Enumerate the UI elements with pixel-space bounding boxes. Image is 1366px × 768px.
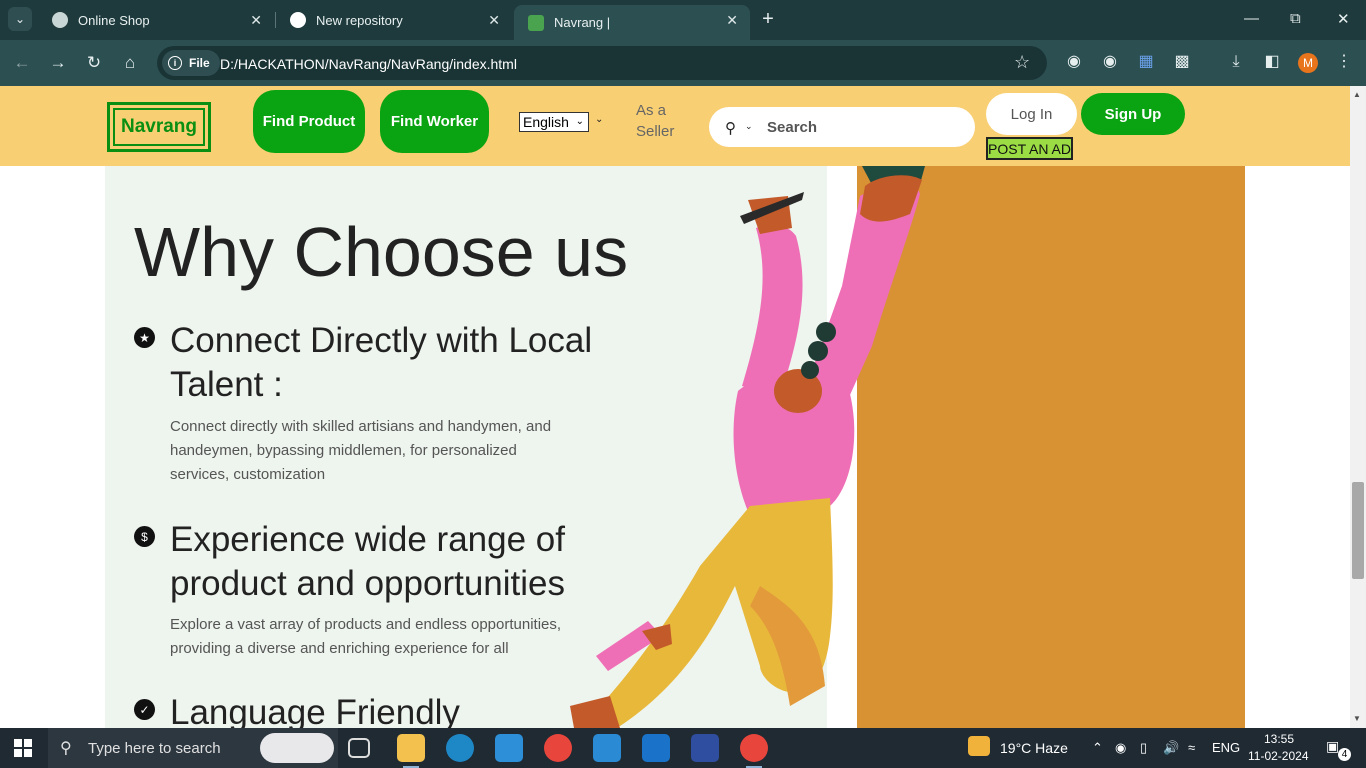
search-dropdown-icon[interactable]: ⌄ (745, 121, 753, 132)
file-explorer-icon[interactable] (397, 734, 425, 762)
feature-title: Experience wide range of product and opp… (170, 520, 565, 603)
clock-time[interactable]: 13:55 (1264, 732, 1294, 746)
url-text[interactable]: D:/HACKATHON/NavRang/NavRang/index.html (220, 56, 517, 72)
windows-taskbar: ⚲ Type here to search 19°C Haze ⌃ ◉ ▯ 🔊 … (0, 728, 1366, 768)
glasses-extension-icon[interactable]: ◉ (1100, 52, 1120, 72)
tab-navrang[interactable]: Navrang | ✕ (514, 5, 750, 40)
extensions-puzzle-icon[interactable]: ▩ (1172, 52, 1192, 72)
webex-icon[interactable] (691, 734, 719, 762)
site-header: Navrang Find Product Find Worker English… (0, 86, 1350, 166)
vscode-icon[interactable] (593, 734, 621, 762)
weather-haze-icon[interactable] (968, 736, 990, 756)
section-heading: Why Choose us (134, 213, 629, 291)
feature-description: Connect directly with skilled artisians … (170, 418, 552, 483)
select-chevron-icon: ⌄ (575, 116, 584, 127)
clock-date[interactable]: 11-02-2024 (1248, 749, 1309, 763)
scrollbar-thumb[interactable] (1352, 482, 1364, 579)
restore-icon[interactable]: ⧉ (1290, 10, 1301, 27)
tab-search-chevron-icon[interactable]: ⌄ (8, 7, 32, 31)
post-an-ad-button[interactable]: POST AN AD (986, 137, 1073, 160)
close-icon[interactable]: ✕ (488, 12, 500, 29)
language-select[interactable]: English ⌄ (519, 112, 589, 132)
translate-extension-icon[interactable]: ▦ (1136, 52, 1156, 72)
chevron-up-icon[interactable]: ⌃ (1092, 740, 1103, 756)
weather-text[interactable]: 19°C Haze (1000, 740, 1068, 756)
file-label: File (189, 56, 210, 70)
reload-icon[interactable]: ↻ (83, 52, 105, 74)
network-error-icon[interactable]: ◉ (1115, 740, 1126, 756)
close-icon[interactable]: ✕ (726, 12, 738, 29)
side-panel-icon[interactable]: ◧ (1262, 52, 1282, 72)
taskbar-search-input[interactable]: Type here to search (88, 740, 221, 757)
windows-start-icon[interactable] (14, 739, 32, 757)
minimize-icon[interactable]: — (1244, 10, 1259, 27)
check-icon: ✓ (134, 699, 155, 720)
find-product-button[interactable]: Find Product (253, 90, 365, 153)
page-scrollbar[interactable] (1350, 86, 1366, 728)
feature-description: Explore a vast array of products and end… (170, 616, 562, 657)
tab-online-shop[interactable]: Online Shop ✕ (38, 0, 274, 40)
browser-tab-strip: ⌄ Online Shop ✕ New repository ✕ Navrang… (0, 0, 1366, 40)
chrome-profile-icon[interactable] (740, 734, 768, 762)
copilot-icon[interactable] (260, 733, 334, 763)
search-icon[interactable]: ⚲ (725, 119, 736, 137)
find-worker-button[interactable]: Find Worker (380, 90, 489, 153)
signup-button[interactable]: Sign Up (1081, 93, 1185, 135)
notification-count-badge: 4 (1338, 748, 1351, 761)
taskbar-search[interactable]: ⚲ Type here to search (48, 728, 338, 768)
menu-dots-icon[interactable]: ⋮ (1334, 52, 1354, 72)
logo-text: Navrang (113, 108, 205, 146)
star-icon: ★ (134, 327, 155, 348)
close-window-icon[interactable]: ✕ (1337, 10, 1350, 28)
login-button[interactable]: Log In (986, 93, 1077, 135)
globe-icon (52, 12, 68, 28)
volume-icon[interactable]: 🔊 (1163, 740, 1179, 756)
forward-icon[interactable]: → (47, 52, 69, 74)
tab-title: New repository (316, 12, 403, 28)
lens-extension-icon[interactable]: ◉ (1064, 52, 1084, 72)
home-icon[interactable]: ⌂ (119, 52, 141, 74)
task-view-icon[interactable] (348, 738, 370, 758)
site-logo[interactable]: Navrang (107, 102, 211, 152)
search-icon: ⚲ (60, 740, 72, 757)
as-a-seller-link[interactable]: As a Seller (636, 100, 686, 142)
download-icon[interactable]: ⤓ (1226, 52, 1246, 72)
site-info-button[interactable]: i File (162, 50, 220, 76)
chrome-icon[interactable] (544, 734, 572, 762)
back-icon[interactable]: ← (11, 52, 33, 74)
battery-icon[interactable]: ▯ (1140, 740, 1147, 756)
page-viewport: Navrang Find Product Find Worker English… (0, 86, 1350, 728)
dollar-icon: $ (134, 526, 155, 547)
github-icon (290, 12, 306, 28)
new-tab-plus-icon[interactable]: + (758, 9, 778, 29)
search-box[interactable]: ⚲ ⌄ Search (709, 107, 975, 147)
input-language[interactable]: ENG (1212, 740, 1240, 755)
tab-title: Online Shop (78, 12, 150, 28)
tab-title: Navrang | (554, 15, 611, 30)
feature-title: Connect Directly with Local Talent : (170, 321, 593, 404)
scroll-up-arrow-icon[interactable]: ▲ (1353, 90, 1361, 99)
page-favicon-icon (528, 14, 544, 31)
app-icon[interactable] (642, 734, 670, 762)
feature-title: Language Friendly (170, 693, 460, 728)
edge-icon[interactable] (446, 734, 474, 762)
chevron-down-icon[interactable]: ⌄ (595, 114, 603, 125)
language-value: English (523, 114, 569, 130)
bookmark-star-icon[interactable]: ☆ (1014, 52, 1030, 73)
info-icon: i (168, 56, 182, 70)
search-input[interactable]: Search (767, 119, 817, 136)
profile-avatar[interactable]: M (1298, 53, 1318, 73)
close-icon[interactable]: ✕ (250, 12, 262, 29)
tab-new-repository[interactable]: New repository ✕ (276, 0, 512, 40)
wifi-icon[interactable]: ≈ (1188, 740, 1195, 755)
mail-icon[interactable] (495, 734, 523, 762)
scroll-down-arrow-icon[interactable]: ▼ (1353, 714, 1361, 723)
